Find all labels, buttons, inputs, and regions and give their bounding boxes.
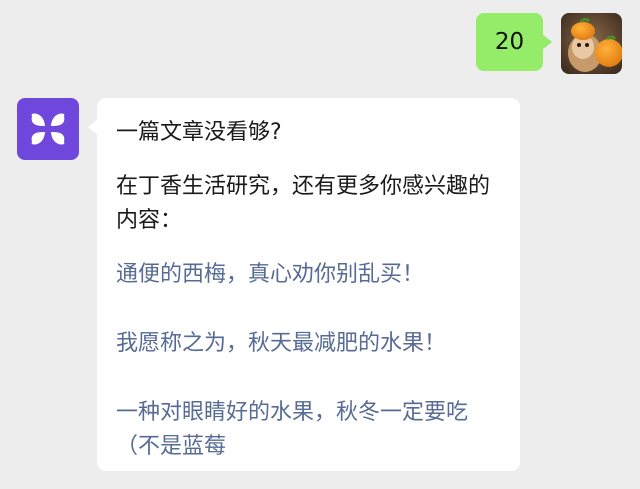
outgoing-bubble[interactable]: 20 [476, 13, 552, 71]
four-petal-flower-icon [31, 113, 65, 145]
official-account-avatar[interactable] [17, 98, 79, 160]
intro-text: 一篇文章没看够? [116, 120, 282, 145]
article-link[interactable]: 一种对眼睛好的水果，秋冬一定要吃（不是蓝莓 [116, 396, 504, 464]
promo-text: 在丁香生活研究，还有更多你感兴趣的内容： [116, 174, 491, 233]
article-link[interactable]: 通便的西梅，真心劝你别乱买！ [116, 258, 504, 292]
incoming-bubble: 一篇文章没看够? 在丁香生活研究，还有更多你感兴趣的内容： 通便的西梅，真心劝你… [88, 98, 520, 471]
article-link[interactable]: 我愿称之为，秋天最减肥的水果！ [116, 327, 504, 361]
outgoing-message-text: 20 [494, 29, 525, 55]
chat-window: 20 一篇文章没看够? 在丁香生活研究，还有更多你感兴趣的内容： 通便的西梅，真… [0, 0, 640, 489]
user-avatar-image [561, 13, 622, 74]
user-avatar[interactable] [561, 13, 622, 74]
